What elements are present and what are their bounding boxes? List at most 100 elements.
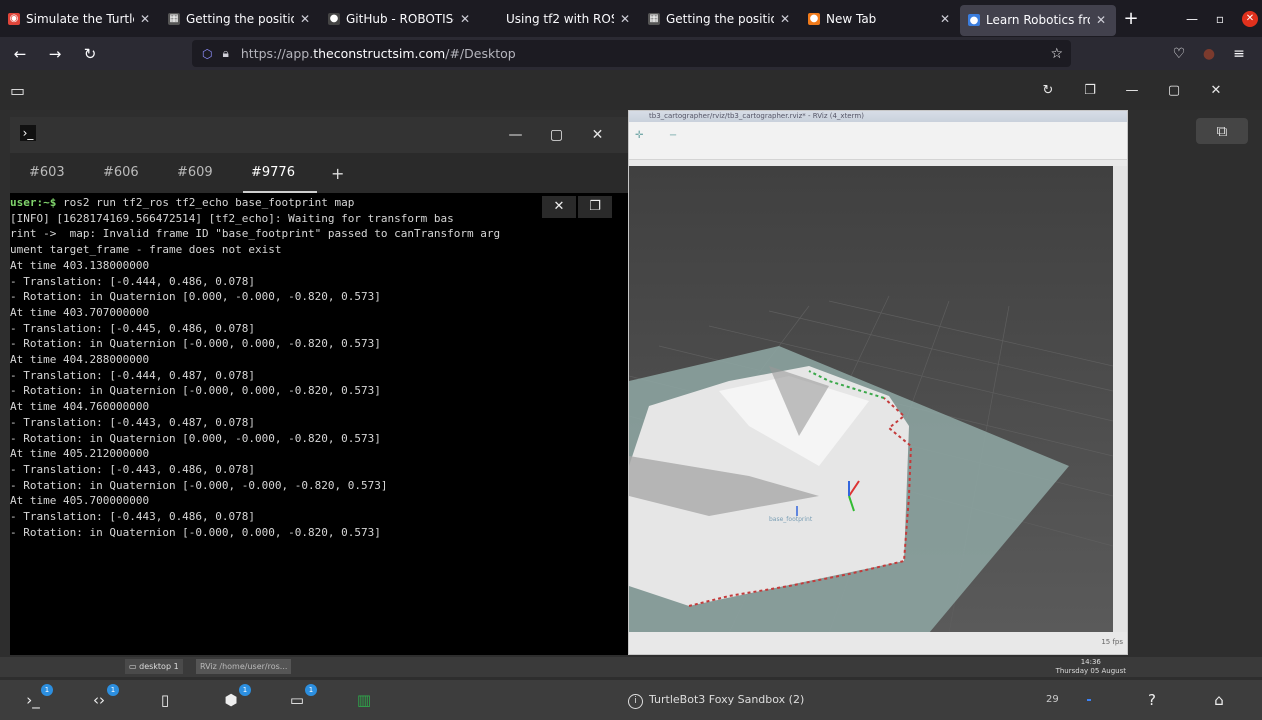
terminal-line: - Rotation: in Quaternion [-0.000, 0.000… <box>10 525 381 539</box>
desktop-toolbar: ▭ ↻ ❐ — ▢ ✕ <box>0 70 1262 110</box>
refresh-icon[interactable]: ↻ <box>1029 83 1067 98</box>
terminal-minimize-icon[interactable]: — <box>495 127 536 143</box>
status-dot <box>1087 699 1091 701</box>
tab-close-icon[interactable]: ✕ <box>298 12 312 26</box>
tab-close-icon[interactable]: ✕ <box>1094 13 1108 27</box>
rviz-fps: 15 fps <box>629 632 1127 654</box>
close-window-icon[interactable]: ✕ <box>1242 10 1258 27</box>
taskbar-desktop[interactable]: ▭ desktop 1 <box>125 659 183 674</box>
terminal-tabs: #603 #606 #609 #9776 + <box>10 153 628 193</box>
sandbox-info[interactable]: i TurtleBot3 Foxy Sandbox (2) <box>628 680 804 720</box>
terminal-window-controls: — ▢ ✕ <box>495 117 618 153</box>
browser-tab[interactable]: ▦ Getting the position ✕ <box>160 0 320 37</box>
menu-icon[interactable]: ≡ <box>1224 46 1254 62</box>
minimize-icon[interactable]: — <box>1178 12 1206 26</box>
terminal-icon: ›_ <box>20 125 36 141</box>
rviz-add-icon[interactable]: ✛ <box>635 130 643 141</box>
url-bar[interactable]: ⬡ 🔒︎ https://app.theconstructsim.com/#/D… <box>192 40 1071 67</box>
new-tab-icon[interactable]: + <box>1116 8 1146 29</box>
monitor-icon[interactable]: ▭ <box>10 81 25 100</box>
tab-title: Getting the position <box>666 11 774 26</box>
desktop-controls: ↻ ❐ — ▢ ✕ <box>1025 70 1235 110</box>
terminal-prompt: user:~$ <box>10 196 57 209</box>
tab-title: Using tf2 with ROS 2 <box>506 11 614 26</box>
tab-close-icon[interactable]: ✕ <box>458 12 472 26</box>
account-icon[interactable]: ● <box>1194 46 1224 62</box>
browser-tab[interactable]: ● GitHub - ROBOTIS-G ✕ <box>320 0 480 37</box>
course-book-icon[interactable]: ▥ <box>352 688 376 712</box>
lock-icon[interactable]: 🔒︎ <box>222 46 228 61</box>
notebook-icon[interactable]: ▯ <box>153 688 177 712</box>
rviz-scene: base_footprint <box>629 166 1113 633</box>
reload-icon[interactable]: ↻ <box>75 45 105 63</box>
rviz-side-panel[interactable] <box>1113 166 1127 636</box>
terminal-output[interactable]: user:~$ ros2 run tf2_ros tf2_echo base_f… <box>10 193 628 653</box>
terminal-line: At time 404.760000000 <box>10 400 150 414</box>
tab-favicon-icon: ● <box>328 12 340 25</box>
terminal-line: - Translation: [-0.445, 0.486, 0.078] <box>10 321 256 335</box>
browser-tab[interactable]: ▦ Getting the position ✕ <box>640 0 800 37</box>
tab-close-icon[interactable]: ✕ <box>938 12 952 26</box>
browser-tab[interactable]: Using tf2 with ROS 2 ✕ <box>480 0 640 37</box>
browser-tab[interactable]: ◉ Simulate the TurtleBo ✕ <box>0 0 160 37</box>
desktop-close-icon[interactable]: ✕ <box>1197 83 1235 98</box>
tab-favicon-icon: ▦ <box>648 12 660 25</box>
desktop-minimize-icon[interactable]: — <box>1113 83 1151 98</box>
bookmark-star-icon[interactable]: ☆ <box>1050 46 1063 62</box>
taskbar-rviz[interactable]: RViz /home/user/ros... <box>196 659 292 674</box>
tab-favicon-icon <box>488 12 500 25</box>
restore-icon[interactable]: ▫ <box>1206 12 1234 26</box>
sandbox-name: TurtleBot3 Foxy Sandbox (2) <box>649 693 805 706</box>
rviz-3d-view[interactable]: base_footprint <box>629 166 1113 633</box>
terminal-line: At time 405.212000000 <box>10 447 150 461</box>
base-footprint-label: base_footprint <box>769 516 813 523</box>
info-icon: i <box>628 694 643 709</box>
browser-tab[interactable]: ● Learn Robotics from ✕ <box>960 4 1116 36</box>
overlay-close-icon[interactable]: ✕ <box>542 196 576 218</box>
forward-icon[interactable]: → <box>40 45 70 63</box>
terminal-tab[interactable]: #609 <box>169 153 243 193</box>
shield-icon[interactable]: ⬡ <box>202 47 212 61</box>
desktop-maximize-icon[interactable]: ▢ <box>1155 83 1193 98</box>
tab-title: New Tab <box>826 11 877 26</box>
terminal-close-icon[interactable]: ✕ <box>577 127 618 143</box>
help-icon[interactable]: ? <box>1140 688 1164 712</box>
rviz-title: tb3_cartographer/rviz/tb3_cartographer.r… <box>629 111 1127 122</box>
back-icon[interactable]: ← <box>5 45 35 63</box>
terminal-line: At time 405.700000000 <box>10 494 150 508</box>
tab-favicon-icon: ▦ <box>168 12 180 25</box>
tab-close-icon[interactable]: ✕ <box>618 12 632 26</box>
tab-close-icon[interactable]: ✕ <box>138 12 152 26</box>
tab-close-icon[interactable]: ✕ <box>778 12 792 26</box>
graphical-tools-icon[interactable]: ▭ 1 <box>285 684 317 712</box>
terminal-command-line: user:~$ ros2 run tf2_ros tf2_echo base_f… <box>10 195 628 211</box>
shell-tool-icon[interactable]: ›_ 1 <box>21 684 53 712</box>
terminal-window: ›_ — ▢ ✕ #603 #606 #609 #9776 + user:~$ ros2… <box>10 117 628 655</box>
clock-date: Thursday 05 August <box>1055 667 1126 675</box>
terminal-line: - Translation: [-0.443, 0.486, 0.078] <box>10 462 256 476</box>
session-counter: 29 <box>1046 694 1059 705</box>
gazebo-icon[interactable]: ⬢ 1 <box>219 684 251 712</box>
window-mode-icon[interactable]: ❐ <box>1071 83 1109 98</box>
add-terminal-tab-icon[interactable]: + <box>331 164 344 183</box>
browser-tab[interactable]: ● New Tab ✕ <box>800 0 960 37</box>
rviz-remove-icon[interactable]: − <box>669 130 677 141</box>
graphical-badge: 1 <box>305 684 317 696</box>
terminal-tab[interactable]: #603 <box>21 153 95 193</box>
tab-title: Simulate the TurtleBo <box>26 11 134 26</box>
tab-favicon-icon: ◉ <box>8 12 20 25</box>
terminal-line: - Rotation: in Quaternion [0.000, -0.000… <box>10 290 381 304</box>
code-editor-icon[interactable]: ‹› 1 <box>87 684 119 712</box>
url-text[interactable]: https://app.theconstructsim.com/#/Deskto… <box>241 46 516 61</box>
rviz-window: tb3_cartographer/rviz/tb3_cartographer.r… <box>628 110 1128 655</box>
terminal-tab[interactable]: #606 <box>95 153 169 193</box>
overlay-copy-icon[interactable]: ❐ <box>578 196 612 218</box>
pocket-icon[interactable]: ♡ <box>1164 46 1194 62</box>
rviz-toolbar: ✛ − <box>629 122 1127 160</box>
terminal-line: - Translation: [-0.443, 0.487, 0.078] <box>10 415 256 429</box>
terminal-maximize-icon[interactable]: ▢ <box>536 127 577 143</box>
terminal-line: - Translation: [-0.444, 0.486, 0.078] <box>10 274 256 288</box>
terminal-tab[interactable]: #9776 <box>243 153 317 193</box>
detach-window-button[interactable]: ⧉ <box>1196 118 1248 144</box>
home-icon[interactable]: ⌂ <box>1207 688 1231 712</box>
